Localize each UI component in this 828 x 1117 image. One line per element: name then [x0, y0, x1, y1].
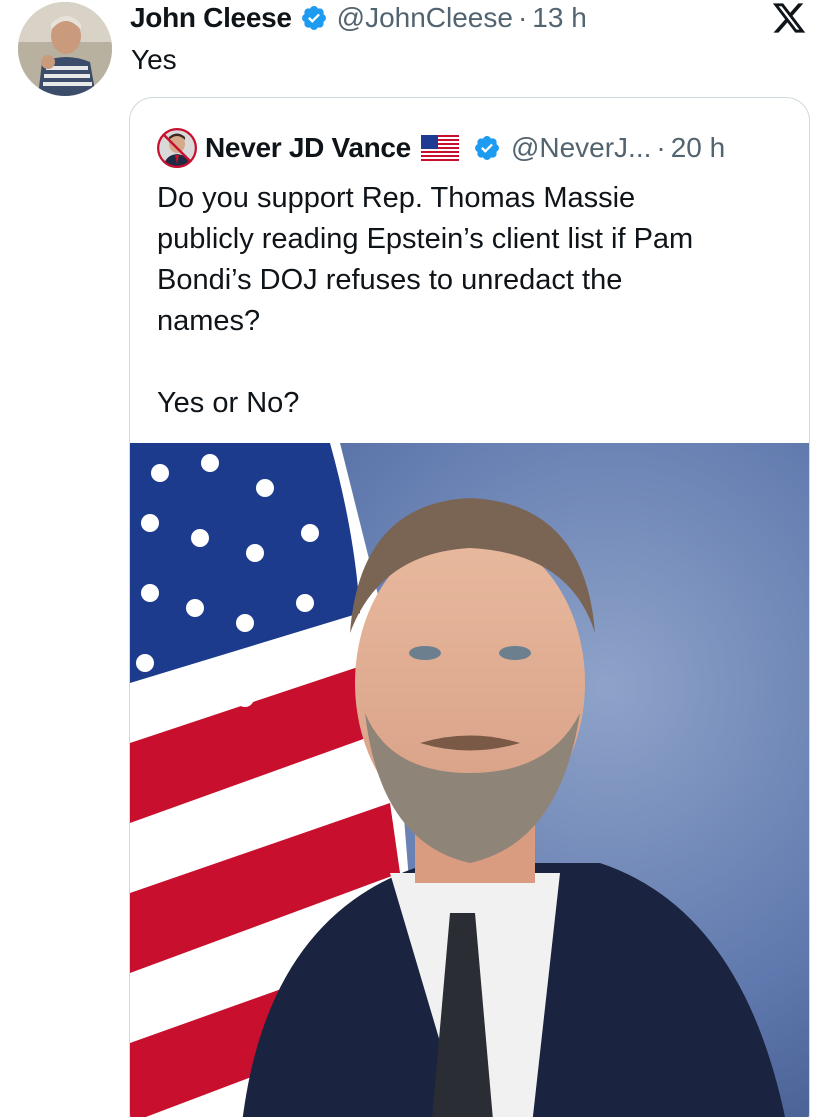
- author-avatar[interactable]: [18, 2, 112, 96]
- separator-dot: ·: [517, 2, 528, 33]
- quoted-tweet-text: Do you support Rep. Thomas Massie public…: [157, 178, 787, 424]
- separator-dot: ·: [656, 132, 666, 163]
- tweet-header: John Cleese @JohnCleese · 13 h: [130, 0, 587, 36]
- quoted-text-line: Do you support Rep. Thomas Massie: [157, 182, 636, 214]
- x-logo-icon: [770, 0, 808, 36]
- quoted-author-name[interactable]: Never JD Vance: [205, 132, 411, 164]
- quoted-tweet-timestamp[interactable]: 20 h: [671, 132, 726, 164]
- quoted-tweet-photo[interactable]: [130, 443, 809, 1117]
- quoted-author-avatar[interactable]: [157, 128, 197, 168]
- quoted-tweet-card[interactable]: Never JD Vance @NeverJ... · 20 h Do you …: [129, 97, 810, 1117]
- verified-badge-icon: [300, 4, 328, 32]
- quoted-text-line: publicly reading Epstein’s client list i…: [157, 223, 694, 255]
- quoted-tweet-header: Never JD Vance @NeverJ... · 20 h: [157, 128, 725, 168]
- quoted-text-line: Yes or No?: [157, 387, 300, 419]
- verified-badge-icon: [473, 134, 501, 162]
- tweet-timestamp[interactable]: 13 h: [532, 2, 587, 34]
- quoted-text-line: Bondi’s DOJ refuses to unredact the: [157, 264, 623, 296]
- author-handle[interactable]: @JohnCleese: [337, 2, 513, 34]
- quoted-author-handle[interactable]: @NeverJ...: [511, 132, 651, 164]
- tweet-text: Yes: [131, 44, 177, 75]
- us-flag-icon: [420, 135, 459, 161]
- author-name[interactable]: John Cleese: [130, 2, 292, 34]
- quoted-text-line: names?: [157, 305, 261, 337]
